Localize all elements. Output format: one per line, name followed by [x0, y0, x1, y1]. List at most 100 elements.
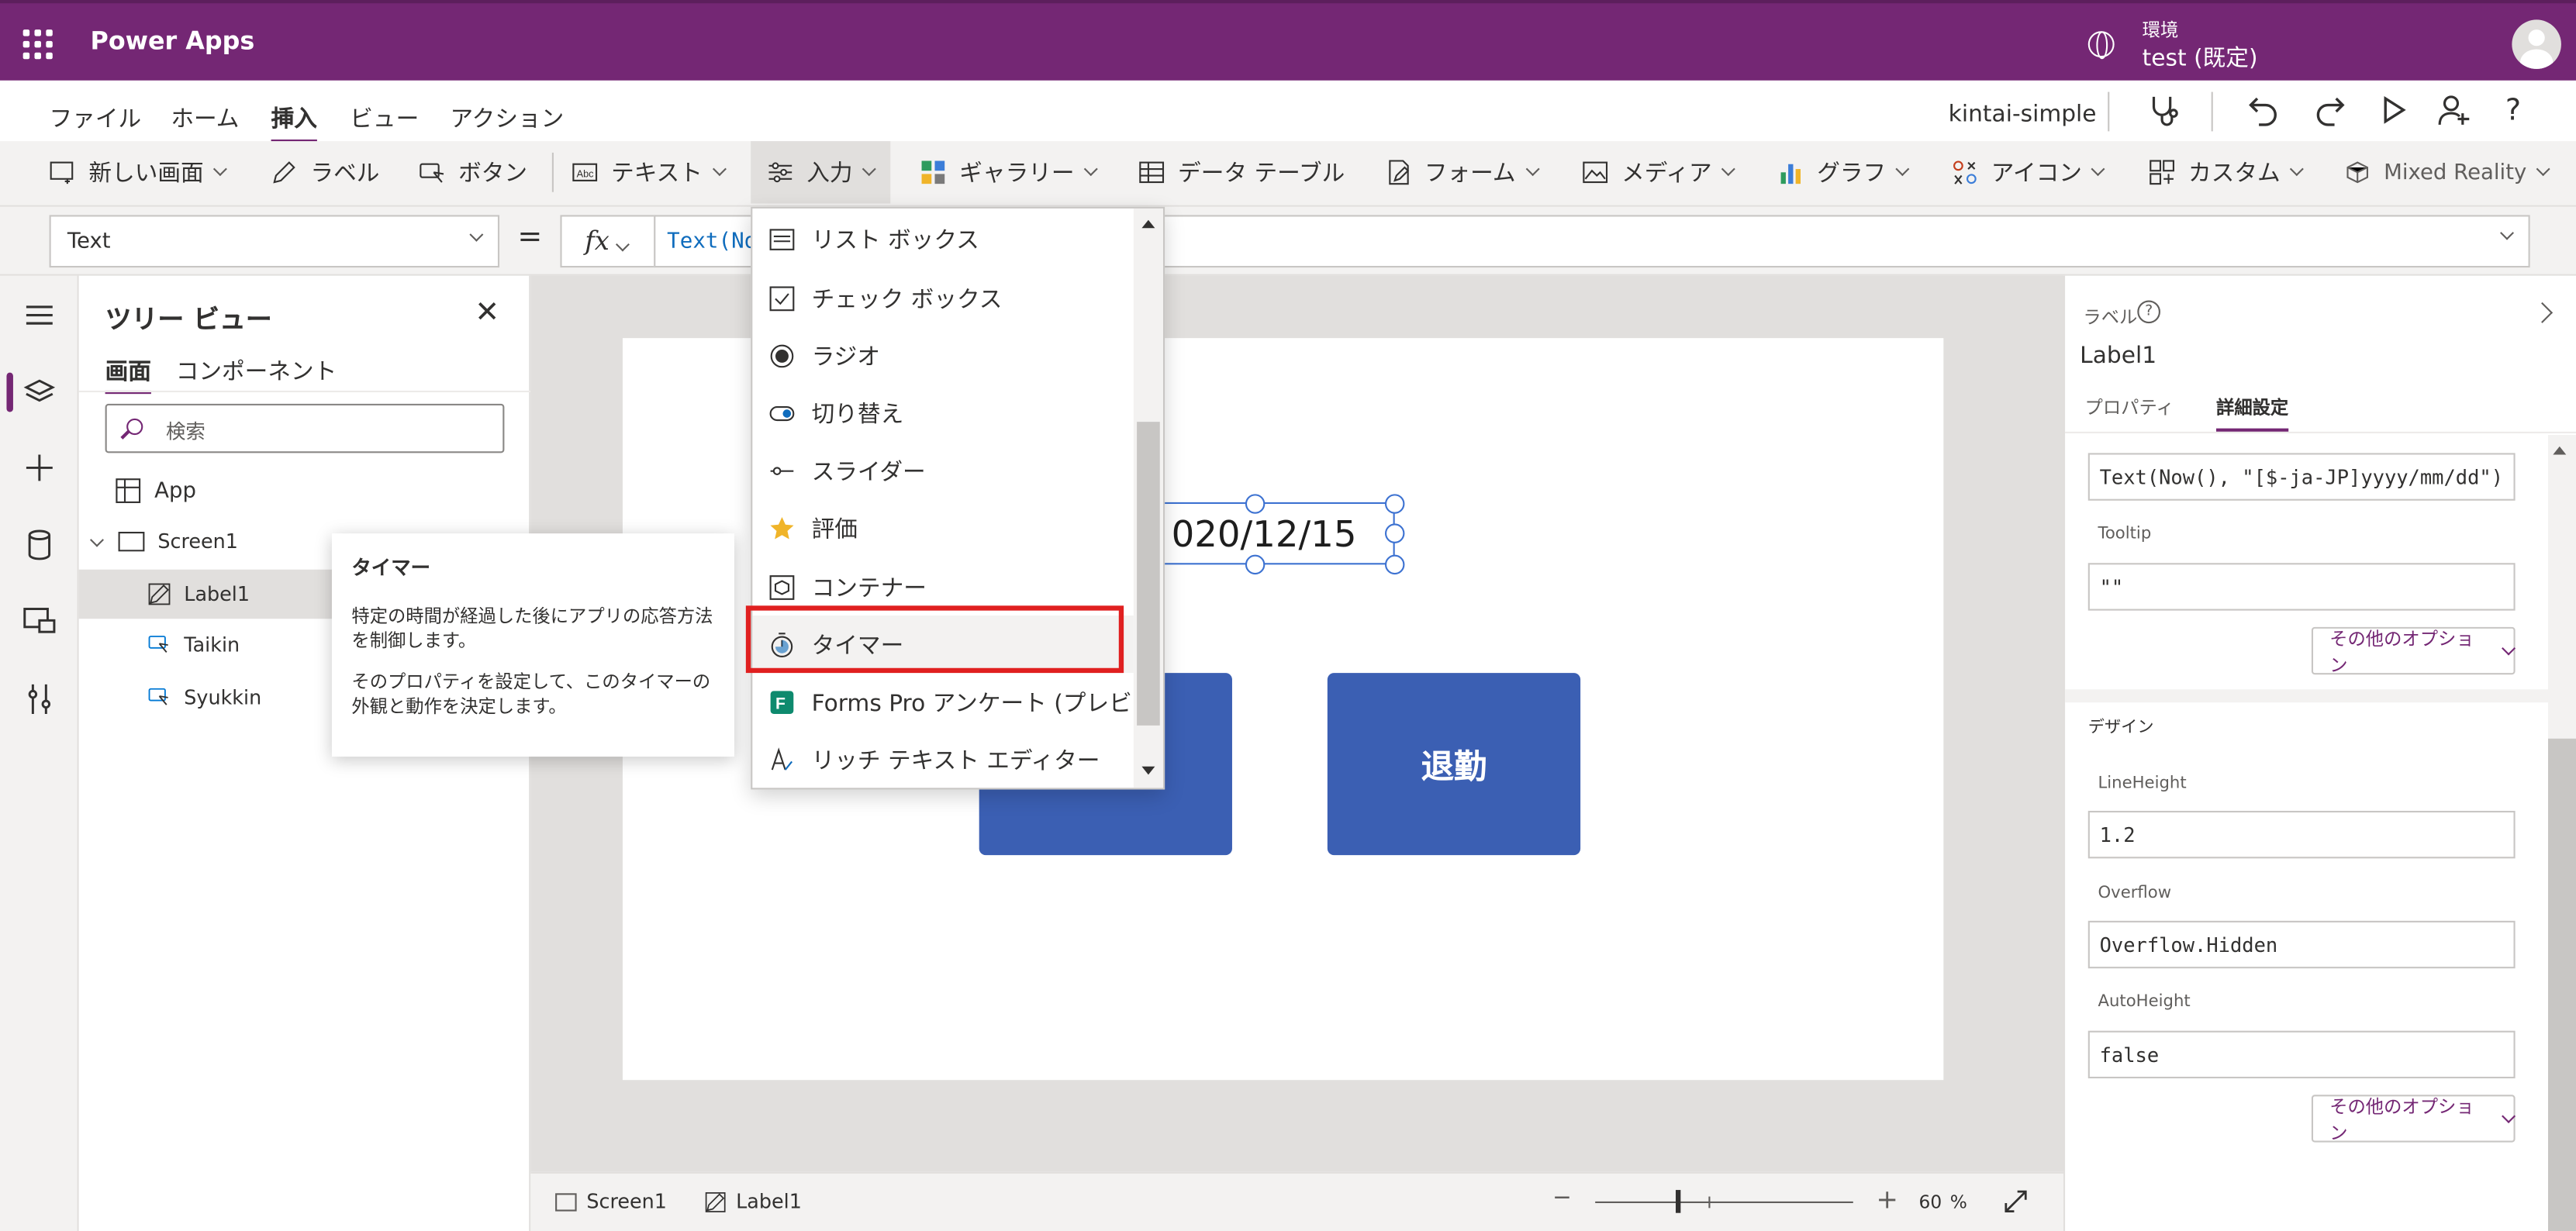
fit-to-window-icon[interactable]	[2003, 1188, 2029, 1215]
waffle-icon[interactable]	[22, 29, 53, 60]
app-checker-icon[interactable]	[2146, 92, 2182, 129]
chevron-down-icon[interactable]	[90, 532, 104, 547]
tooltip-input[interactable]: ""	[2087, 563, 2516, 611]
autoheight-input[interactable]: false	[2087, 1030, 2516, 1079]
menu-item-checkbox[interactable]: チェック ボックス	[752, 269, 1134, 326]
tree-search-input[interactable]: 検索	[105, 403, 505, 453]
zoom-slider-thumb[interactable]	[1675, 1190, 1681, 1213]
media-button[interactable]: メディア	[1582, 141, 1735, 203]
text-icon: Abc	[572, 163, 598, 181]
property-select[interactable]: Text	[49, 215, 500, 268]
label-icon	[273, 161, 295, 184]
menu-item-list-box[interactable]: リスト ボックス	[752, 210, 1134, 267]
tab-components[interactable]: コンポーネント	[176, 354, 337, 387]
chevron-right-icon[interactable]	[2532, 302, 2554, 323]
custom-button[interactable]: カスタム	[2149, 141, 2304, 203]
lineheight-input[interactable]: 1.2	[2087, 810, 2516, 859]
hamburger-icon[interactable]	[19, 295, 59, 335]
icons-button[interactable]: アイコン	[1952, 141, 2106, 203]
more-options-button[interactable]: その他のオプション	[2311, 1095, 2516, 1143]
overflow-input[interactable]: Overflow.Hidden	[2087, 920, 2516, 969]
menu-home[interactable]: ホーム	[171, 102, 239, 134]
zoom-slider[interactable]	[1595, 1201, 1853, 1204]
app-icon	[116, 478, 141, 503]
menu-item-toggle[interactable]: 切り替え	[752, 384, 1134, 441]
tab-advanced[interactable]: 詳細設定	[2216, 394, 2289, 432]
tab-screens[interactable]: 画面	[105, 354, 151, 395]
play-icon[interactable]	[2377, 94, 2410, 126]
button-button[interactable]: ボタン	[419, 141, 527, 203]
button-icon	[148, 636, 168, 653]
media-panel-icon[interactable]	[19, 601, 59, 640]
taikin-button[interactable]: 退勤	[1327, 673, 1581, 856]
menu-file[interactable]: ファイル	[50, 102, 142, 134]
scrollbar-thumb[interactable]	[2547, 738, 2576, 1231]
menu-insert[interactable]: 挿入	[271, 102, 317, 143]
control-name[interactable]: Label1	[2080, 343, 2156, 370]
expand-formula-icon[interactable]	[2500, 226, 2515, 240]
resize-handle[interactable]	[1384, 523, 1405, 543]
menu-action[interactable]: アクション	[451, 102, 565, 134]
zoom-in-button[interactable]: +	[1876, 1184, 1897, 1215]
chart-button[interactable]: グラフ	[1777, 141, 1910, 203]
tree-view-icon[interactable]	[19, 373, 59, 412]
app-brand[interactable]: Power Apps	[91, 26, 255, 56]
resize-handle[interactable]	[1245, 554, 1266, 575]
resize-handle[interactable]	[1245, 494, 1266, 514]
redo-icon[interactable]	[2313, 94, 2346, 126]
text-property-input[interactable]: Text(Now(), "[$-ja-JP]yyyy/mm/dd")	[2087, 453, 2516, 501]
status-screen[interactable]: Screen1	[555, 1190, 667, 1213]
input-button[interactable]: 入力	[751, 141, 891, 204]
form-icon	[1389, 160, 1410, 185]
undo-icon[interactable]	[2247, 94, 2280, 126]
menu-view[interactable]: ビュー	[350, 102, 419, 134]
resize-handle[interactable]	[1384, 554, 1405, 575]
scroll-up-icon[interactable]	[2553, 446, 2567, 455]
label-button[interactable]: ラベル	[271, 141, 379, 203]
custom-label: カスタム	[2188, 160, 2281, 188]
tree-item-app[interactable]: App	[79, 466, 531, 516]
scroll-down-icon[interactable]	[1141, 766, 1155, 775]
svg-text:Abc: Abc	[577, 169, 595, 180]
fx-button[interactable]: fx	[560, 215, 656, 268]
dropdown-scrollbar-thumb[interactable]	[1137, 422, 1160, 726]
help-icon[interactable]: ?	[2505, 94, 2521, 128]
form-label: フォーム	[1424, 160, 1516, 188]
menu-item-rich-text[interactable]: リッチ テキスト エディター	[752, 730, 1134, 788]
text-button[interactable]: Abc テキスト	[571, 141, 727, 203]
close-icon[interactable]: ✕	[475, 295, 499, 329]
formula-text: Text(No	[667, 229, 758, 255]
menu-item-radio[interactable]: ラジオ	[752, 326, 1134, 384]
status-screen-label: Screen1	[586, 1190, 667, 1213]
tab-properties[interactable]: プロパティ	[2085, 394, 2174, 420]
scroll-up-icon[interactable]	[1141, 219, 1155, 229]
menu-item-rating[interactable]: 評価	[752, 499, 1134, 557]
avatar[interactable]	[2512, 19, 2561, 69]
form-button[interactable]: フォーム	[1385, 141, 1539, 203]
overflow-label: Overflow	[2098, 884, 2172, 903]
container-icon	[769, 574, 795, 599]
menu-item-label: 評価	[811, 516, 858, 543]
resize-handle[interactable]	[1384, 494, 1405, 514]
menu-item-slider[interactable]: スライダー	[752, 442, 1134, 499]
label1-text[interactable]: 020/12/15	[1172, 516, 1357, 557]
forms-icon: F	[770, 690, 794, 713]
more-options-button[interactable]: その他のオプション	[2311, 626, 2516, 675]
advanced-tools-icon[interactable]	[19, 680, 59, 719]
help-icon[interactable]: ?	[2137, 300, 2160, 324]
new-screen-button[interactable]: 新しい画面	[50, 141, 227, 203]
zoom-out-button[interactable]: −	[1552, 1185, 1572, 1212]
left-rail	[0, 275, 79, 1231]
data-icon[interactable]	[19, 526, 59, 565]
environment-name[interactable]: test (既定)	[2143, 41, 2258, 74]
status-control[interactable]: Label1	[705, 1190, 802, 1213]
input-icon	[768, 162, 792, 183]
svg-text:F: F	[775, 695, 786, 712]
data-table-button[interactable]: データ テーブル	[1138, 141, 1345, 203]
share-user-icon[interactable]	[2436, 94, 2473, 126]
gallery-button[interactable]: ギャラリー	[920, 141, 1098, 203]
menu-item-forms-pro[interactable]: F Forms Pro アンケート (プレビ	[752, 673, 1134, 730]
globe-icon[interactable]	[2087, 31, 2115, 60]
mixed-reality-button[interactable]: Mixed Reality	[2344, 141, 2550, 203]
add-icon[interactable]	[19, 448, 59, 488]
